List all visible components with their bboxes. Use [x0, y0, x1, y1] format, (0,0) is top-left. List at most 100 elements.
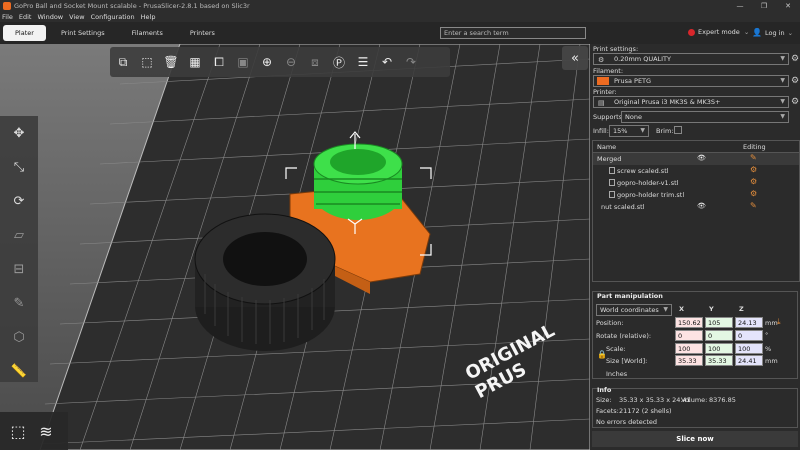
- info-title: Info: [597, 386, 612, 394]
- size-unit: mm: [765, 357, 778, 365]
- tab-printers[interactable]: Printers: [178, 25, 227, 41]
- filament-select[interactable]: Prusa PETG ▼: [593, 75, 789, 87]
- support-paint-icon[interactable]: ✎: [0, 286, 38, 320]
- menu-help[interactable]: Help: [141, 13, 156, 21]
- redo-icon[interactable]: ↷: [402, 52, 420, 72]
- copy-icon[interactable]: ⧠: [210, 52, 228, 72]
- object-list: Name Editing Merged 👁 ✎ screw scaled.stl…: [592, 140, 800, 282]
- edit-print-settings-icon[interactable]: ⚙: [791, 54, 799, 64]
- expert-mode-indicator-icon: [688, 28, 695, 36]
- list-item[interactable]: gopro-holder trim.stl ⚙: [593, 189, 799, 201]
- supports-select[interactable]: None ▼: [621, 111, 789, 123]
- size-x-field[interactable]: 35.33: [675, 355, 703, 366]
- inches-label: Inches: [606, 370, 628, 378]
- collapse-sidebar-icon[interactable]: «: [562, 46, 588, 70]
- search-input[interactable]: Enter a search term: [440, 27, 586, 39]
- edit-filament-icon[interactable]: ⚙: [791, 76, 799, 86]
- size-z-field[interactable]: 24.41: [735, 355, 763, 366]
- gear-icon[interactable]: ⚙: [750, 177, 757, 186]
- column-editing: Editing: [743, 143, 766, 151]
- add-icon[interactable]: ⧉: [114, 52, 132, 72]
- undo-icon[interactable]: ↶: [378, 52, 396, 72]
- split-parts-icon[interactable]: Ⓟ: [330, 52, 348, 72]
- window-title: GoPro Ball and Socket Mount scalable - P…: [14, 2, 250, 10]
- part-icon: [609, 179, 615, 186]
- arrange-icon[interactable]: ▦: [186, 52, 204, 72]
- rotate-unit: °: [765, 331, 769, 339]
- menu-view[interactable]: View: [69, 13, 84, 21]
- menu-file[interactable]: File: [2, 13, 13, 21]
- eye-icon[interactable]: 👁: [697, 154, 706, 162]
- info-facets-value: 21172 (2 shells): [619, 407, 672, 415]
- split-objects-icon[interactable]: ⧈: [306, 52, 324, 72]
- axis-y-label: Y: [709, 305, 714, 313]
- gear-icon[interactable]: ⚙: [750, 165, 757, 174]
- slice-now-button[interactable]: Slice now: [592, 431, 798, 447]
- list-item[interactable]: Merged 👁 ✎: [593, 153, 799, 165]
- delete-icon[interactable]: ⬚: [138, 52, 156, 72]
- gear-icon[interactable]: ⚙: [750, 189, 757, 198]
- app-icon: [3, 2, 11, 10]
- edit-printer-icon[interactable]: ⚙: [791, 97, 799, 107]
- rotate-y-field[interactable]: 0: [705, 330, 733, 341]
- layers-editing-icon[interactable]: ☰: [354, 52, 372, 72]
- scale-z-field[interactable]: 100: [735, 343, 763, 354]
- delete-all-icon[interactable]: 🗑: [162, 52, 180, 72]
- menu-edit[interactable]: Edit: [19, 13, 32, 21]
- list-item[interactable]: nut scaled.stl 👁 ✎: [593, 201, 799, 213]
- brim-checkbox[interactable]: [674, 126, 682, 134]
- menu-window[interactable]: Window: [37, 13, 63, 21]
- rotate-label: Rotate (relative):: [596, 332, 652, 340]
- seam-paint-icon[interactable]: ⬡: [0, 320, 38, 354]
- position-z-field[interactable]: 24.13: [735, 317, 763, 328]
- tab-filaments[interactable]: Filaments: [120, 25, 175, 41]
- list-item[interactable]: screw scaled.stl ⚙: [593, 165, 799, 177]
- chevron-down-icon: ▼: [780, 77, 785, 84]
- measure-icon[interactable]: 📏: [0, 354, 38, 388]
- size-y-field[interactable]: 35.33: [705, 355, 733, 366]
- edit-icon[interactable]: ✎: [750, 153, 757, 162]
- rotate-x-field[interactable]: 0: [675, 330, 703, 341]
- printer-label: Printer:: [593, 88, 617, 96]
- axis-x-label: X: [679, 305, 685, 313]
- position-x-field[interactable]: 150.62: [675, 317, 703, 328]
- add-instance-icon[interactable]: ⊕: [258, 52, 276, 72]
- eye-icon[interactable]: 👁: [697, 202, 706, 210]
- cut-icon[interactable]: ⊟: [0, 252, 38, 286]
- tab-bar: Plater Print Settings Filaments Printers: [0, 22, 800, 44]
- 3d-view-icon[interactable]: ⬚: [4, 417, 32, 445]
- scale-x-field[interactable]: 100: [675, 343, 703, 354]
- rotate-icon[interactable]: ⟳: [0, 184, 38, 218]
- scale-icon[interactable]: ⤡: [0, 150, 38, 184]
- scale-y-field[interactable]: 100: [705, 343, 733, 354]
- move-icon[interactable]: ✥: [0, 116, 38, 150]
- mode-label: Expert mode: [698, 28, 740, 36]
- position-y-field[interactable]: 105: [705, 317, 733, 328]
- 3d-viewport[interactable]: ORIGINAL PRUS ⧉ ⬚ 🗑 ▦ ⧠ ▣ ⊕ ⊖ ⧈ Ⓟ ☰ ↶ ↷ …: [0, 44, 590, 450]
- mode-selector[interactable]: Expert mode ⌄: [688, 28, 749, 36]
- filament-label: Filament:: [593, 67, 624, 75]
- login-button[interactable]: 👤 Log in ⌄: [752, 28, 793, 37]
- printer-select[interactable]: ▤ Original Prusa i3 MK3S & MK3S+ ▼: [593, 96, 789, 108]
- place-on-face-icon[interactable]: ▱: [0, 218, 38, 252]
- list-item[interactable]: gopro-holder-v1.stl ⚙: [593, 177, 799, 189]
- maximize-button[interactable]: ❐: [752, 0, 776, 12]
- preview-icon[interactable]: ≋: [32, 417, 60, 445]
- print-profile-value: 0.20mm QUALITY: [614, 55, 672, 63]
- rotate-z-field[interactable]: 0: [735, 330, 763, 341]
- infill-select[interactable]: 15% ▼: [609, 125, 649, 137]
- print-profile-select[interactable]: ⚙ 0.20mm QUALITY ▼: [593, 53, 789, 65]
- axis-z-label: Z: [739, 305, 744, 313]
- edit-icon[interactable]: ✎: [750, 201, 757, 210]
- minimize-button[interactable]: —: [728, 0, 752, 12]
- close-button[interactable]: ✕: [776, 0, 800, 12]
- tab-plater[interactable]: Plater: [3, 25, 46, 41]
- info-facets-label: Facets:: [596, 407, 619, 415]
- coordinate-system-select[interactable]: World coordinates ▼: [596, 304, 672, 316]
- tab-print-settings[interactable]: Print Settings: [49, 25, 117, 41]
- menu-configuration[interactable]: Configuration: [91, 13, 135, 21]
- supports-value: None: [625, 113, 642, 121]
- drop-to-bed-icon[interactable]: ⤓: [777, 317, 781, 327]
- remove-instance-icon[interactable]: ⊖: [282, 52, 300, 72]
- paste-icon[interactable]: ▣: [234, 52, 252, 72]
